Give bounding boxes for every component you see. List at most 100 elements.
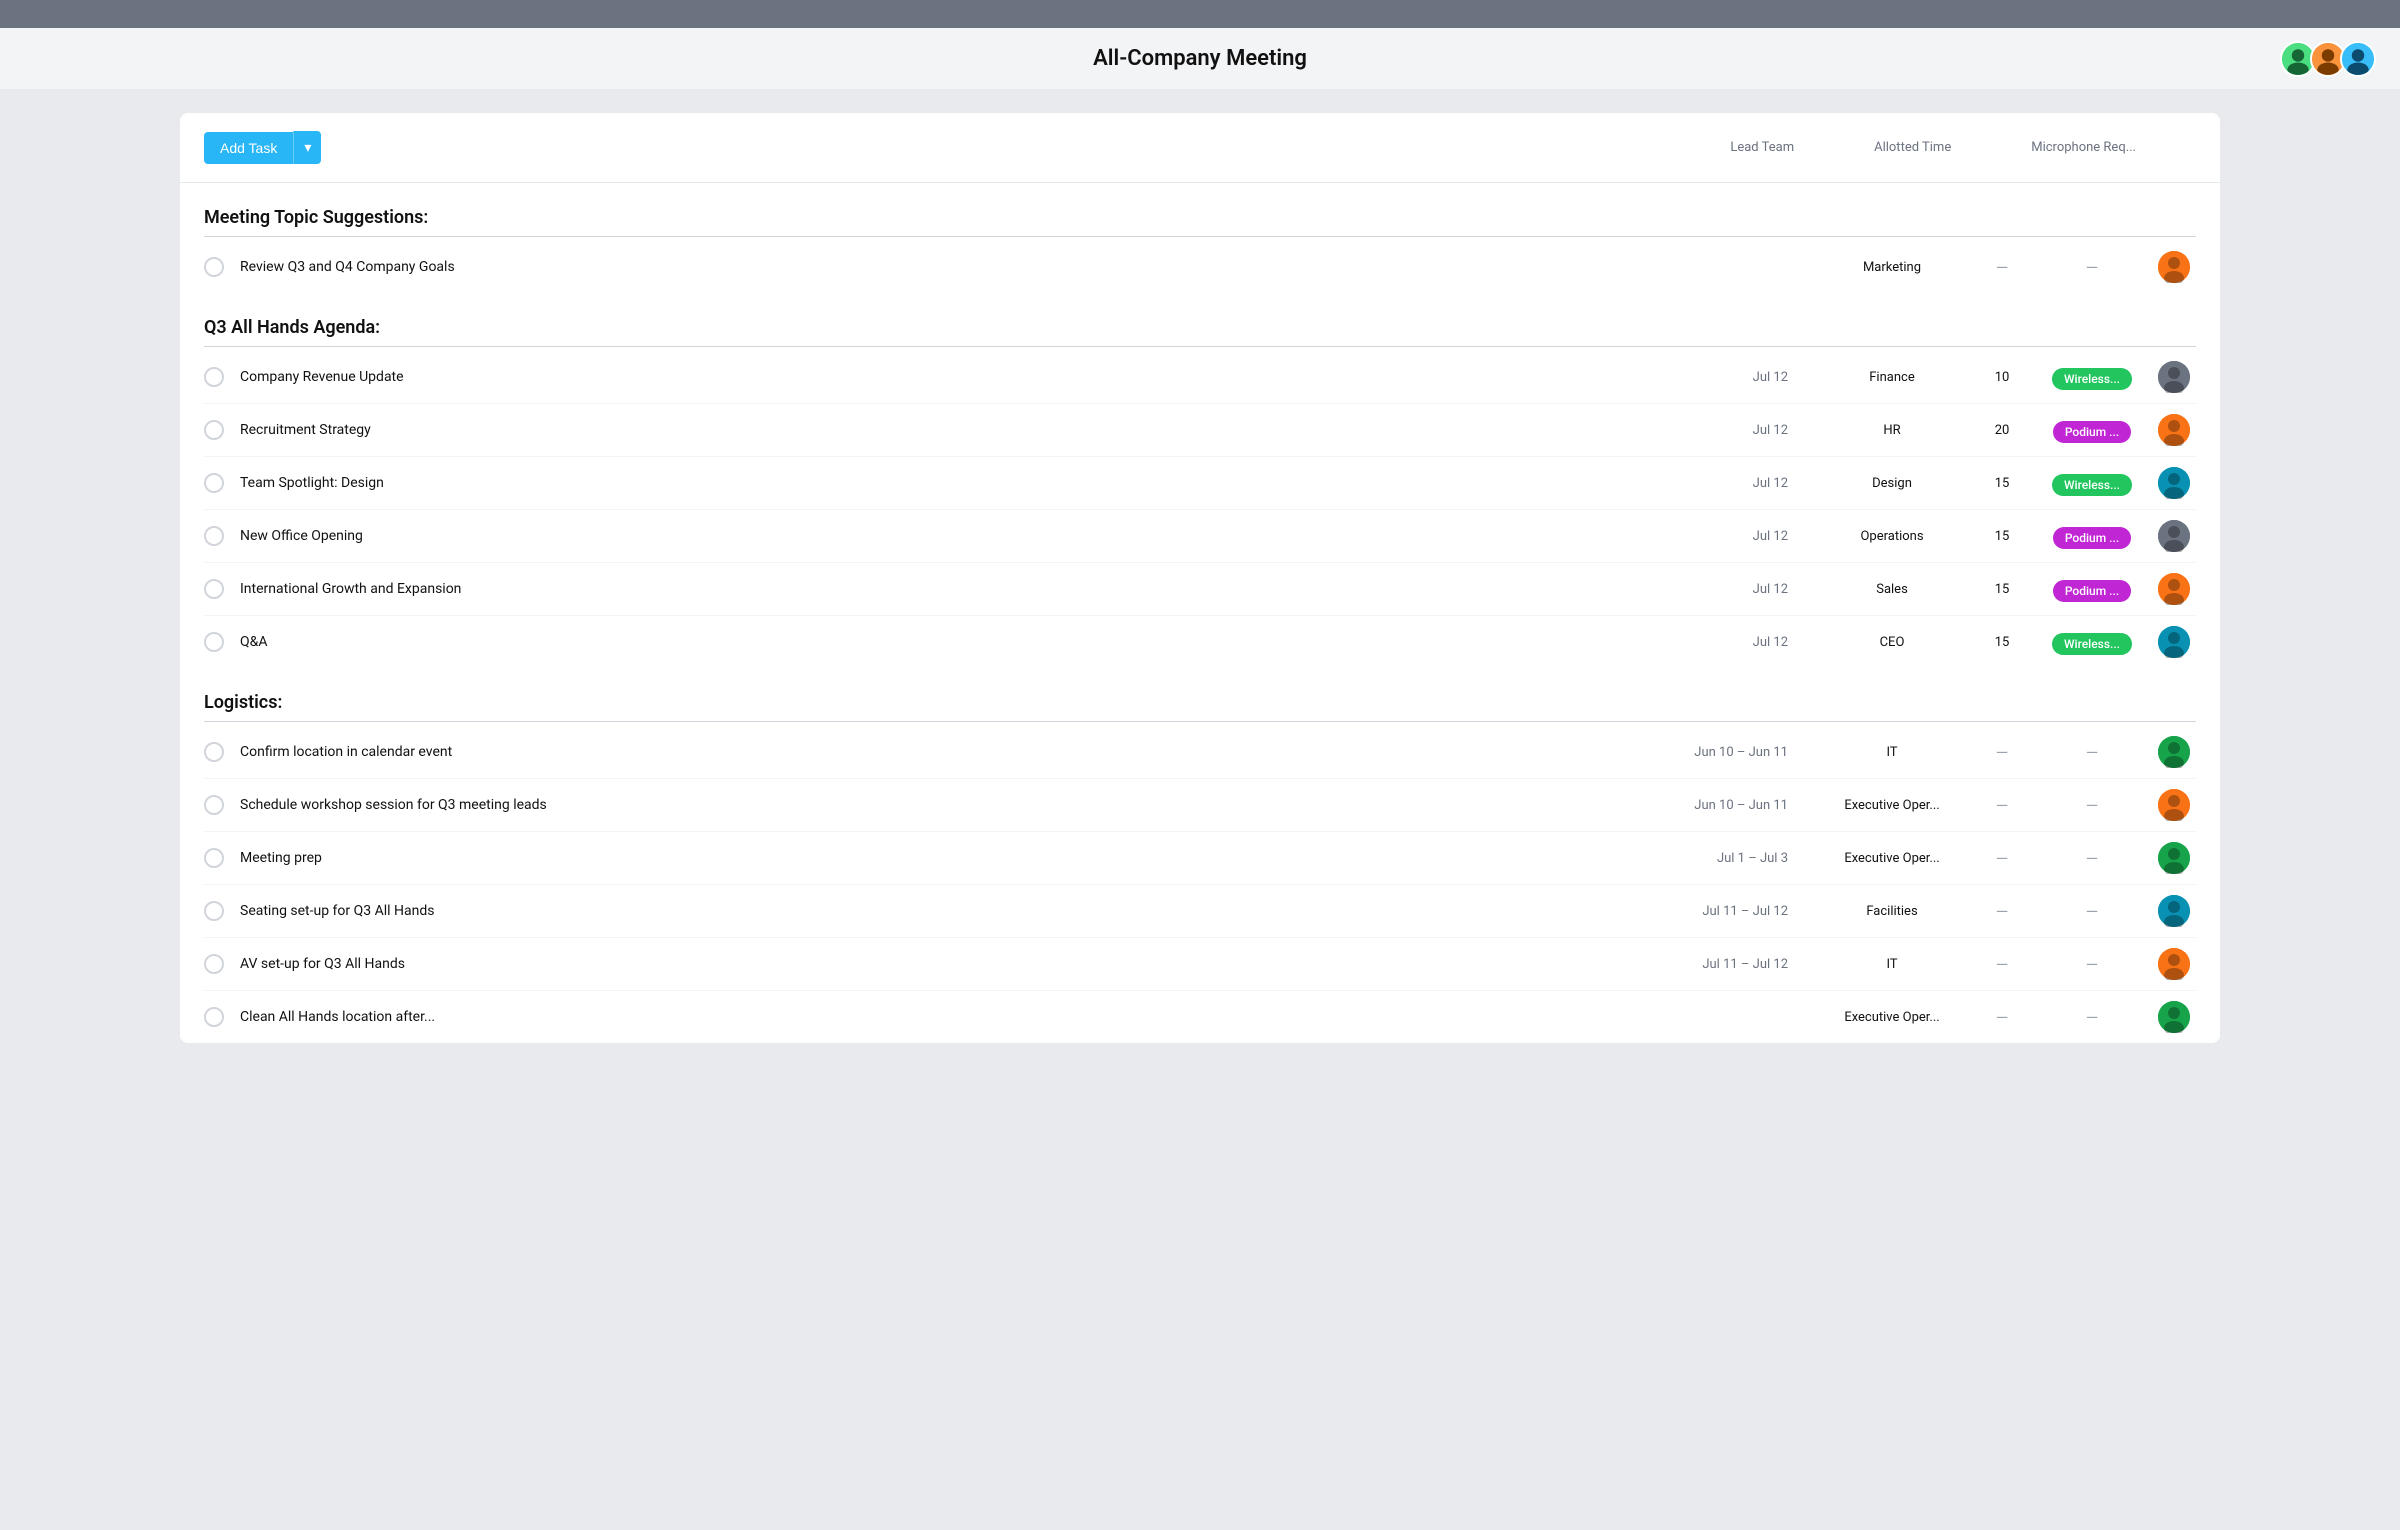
task-mic: Podium ... — [2032, 580, 2152, 599]
task-checkbox[interactable] — [204, 848, 224, 868]
task-name: Confirm location in calendar event — [240, 744, 1682, 760]
task-checkbox[interactable] — [204, 901, 224, 921]
task-name: Meeting prep — [240, 850, 1682, 866]
task-row: New Office OpeningJul 12Operations15Podi… — [204, 510, 2196, 563]
mic-badge: Wireless... — [2052, 633, 2132, 655]
task-date: Jul 12 — [1682, 582, 1812, 597]
task-team: HR — [1812, 423, 1972, 438]
avatar-3 — [2340, 41, 2376, 77]
section-title: Logistics: — [204, 668, 2196, 721]
task-date: Jul 11 – Jul 12 — [1682, 904, 1812, 919]
task-row: Clean All Hands location after... Executi… — [204, 991, 2196, 1043]
task-mic: — — [2032, 902, 2152, 921]
task-assignee — [2152, 414, 2196, 446]
task-team: Design — [1812, 476, 1972, 491]
toolbar: Add Task ▾ Lead Team Allotted Time Micro… — [180, 113, 2220, 183]
task-row: Recruitment StrategyJul 12HR20Podium ... — [204, 404, 2196, 457]
task-team: Finance — [1812, 370, 1972, 385]
task-team: Executive Oper... — [1812, 1010, 1972, 1025]
avatar — [2158, 842, 2190, 874]
task-row: Company Revenue UpdateJul 12Finance10Wir… — [204, 351, 2196, 404]
task-mic: — — [2032, 955, 2152, 974]
task-assignee — [2152, 361, 2196, 393]
section-divider — [204, 236, 2196, 237]
task-team: Executive Oper... — [1812, 798, 1972, 813]
task-time: — — [1972, 955, 2032, 974]
add-task-dropdown-button[interactable]: ▾ — [293, 131, 321, 164]
task-date: Jul 12 — [1682, 370, 1812, 385]
task-mic: Podium ... — [2032, 421, 2152, 440]
task-name: Clean All Hands location after... — [240, 1009, 1682, 1025]
task-mic: Wireless... — [2032, 633, 2152, 652]
task-row: Q&AJul 12CEO15Wireless... — [204, 616, 2196, 668]
avatar — [2158, 736, 2190, 768]
task-team: Marketing — [1812, 260, 1972, 275]
task-mic: Podium ... — [2032, 527, 2152, 546]
task-time: — — [1972, 796, 2032, 815]
task-checkbox[interactable] — [204, 1007, 224, 1027]
avatar — [2158, 1001, 2190, 1033]
task-mic: — — [2032, 796, 2152, 815]
task-checkbox[interactable] — [204, 742, 224, 762]
task-checkbox[interactable] — [204, 420, 224, 440]
task-container: Add Task ▾ Lead Team Allotted Time Micro… — [180, 113, 2220, 1043]
task-assignee — [2152, 626, 2196, 658]
task-checkbox[interactable] — [204, 579, 224, 599]
task-row: Schedule workshop session for Q3 meeting… — [204, 779, 2196, 832]
task-date: Jul 12 — [1682, 476, 1812, 491]
top-bar — [0, 0, 2400, 28]
col-allotted-time: Allotted Time — [1874, 140, 1951, 155]
task-row: Seating set-up for Q3 All HandsJul 11 – … — [204, 885, 2196, 938]
task-date: Jul 12 — [1682, 423, 1812, 438]
task-date: Jul 12 — [1682, 529, 1812, 544]
task-time: 15 — [1972, 582, 2032, 597]
task-checkbox[interactable] — [204, 526, 224, 546]
task-assignee — [2152, 736, 2196, 768]
task-time: 15 — [1972, 476, 2032, 491]
task-date: Jul 1 – Jul 3 — [1682, 851, 1812, 866]
task-team: IT — [1812, 745, 1972, 760]
task-team: Executive Oper... — [1812, 851, 1972, 866]
section-section-logistics: Logistics: Confirm location in calendar e… — [204, 668, 2196, 1043]
task-team: IT — [1812, 957, 1972, 972]
task-checkbox[interactable] — [204, 473, 224, 493]
col-microphone-req: Microphone Req... — [2031, 140, 2136, 155]
task-assignee — [2152, 520, 2196, 552]
task-time: — — [1972, 258, 2032, 277]
task-name: Schedule workshop session for Q3 meeting… — [240, 797, 1682, 813]
add-task-btn-group: Add Task ▾ — [204, 131, 321, 164]
header-avatars — [2280, 41, 2376, 77]
task-mic: Wireless... — [2032, 474, 2152, 493]
column-headers: Lead Team Allotted Time Microphone Req..… — [1730, 140, 2196, 155]
task-checkbox[interactable] — [204, 257, 224, 277]
task-assignee — [2152, 842, 2196, 874]
task-team: Operations — [1812, 529, 1972, 544]
add-task-button[interactable]: Add Task — [204, 132, 293, 164]
task-name: AV set-up for Q3 All Hands — [240, 956, 1682, 972]
task-checkbox[interactable] — [204, 632, 224, 652]
task-mic: — — [2032, 258, 2152, 277]
task-assignee — [2152, 895, 2196, 927]
task-assignee — [2152, 467, 2196, 499]
task-checkbox[interactable] — [204, 954, 224, 974]
task-assignee — [2152, 251, 2196, 283]
task-date: Jul 12 — [1682, 635, 1812, 650]
task-checkbox[interactable] — [204, 795, 224, 815]
task-name: Q&A — [240, 634, 1682, 650]
task-name: Seating set-up for Q3 All Hands — [240, 903, 1682, 919]
task-mic: — — [2032, 1008, 2152, 1027]
section-title: Meeting Topic Suggestions: — [204, 183, 2196, 236]
avatar — [2158, 251, 2190, 283]
header: All-Company Meeting — [0, 28, 2400, 89]
col-lead-team: Lead Team — [1730, 140, 1794, 155]
task-name: Team Spotlight: Design — [240, 475, 1682, 491]
task-time: — — [1972, 902, 2032, 921]
task-row: Meeting prepJul 1 – Jul 3Executive Oper.… — [204, 832, 2196, 885]
section-divider — [204, 721, 2196, 722]
mic-badge: Podium ... — [2053, 580, 2131, 602]
task-assignee — [2152, 948, 2196, 980]
task-mic: — — [2032, 743, 2152, 762]
task-checkbox[interactable] — [204, 367, 224, 387]
avatar — [2158, 948, 2190, 980]
task-row: Team Spotlight: DesignJul 12Design15Wire… — [204, 457, 2196, 510]
